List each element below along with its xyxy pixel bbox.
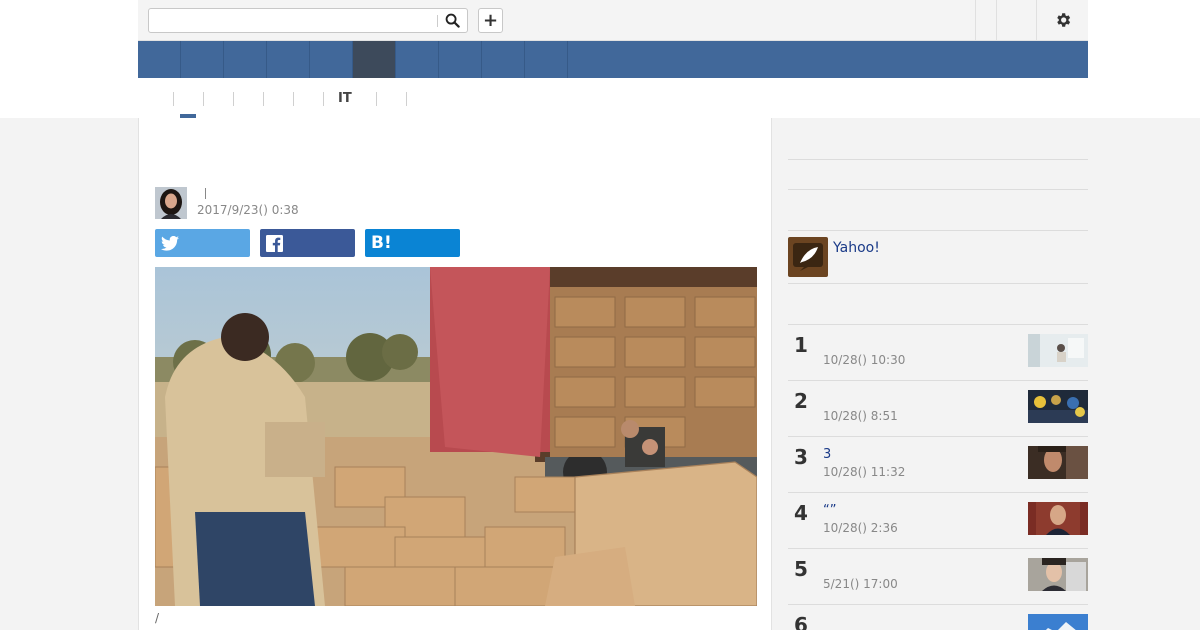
author-divider <box>205 188 206 199</box>
photo-image <box>155 267 757 606</box>
subnav-divider <box>233 92 234 106</box>
ranking-thumbnail[interactable] <box>1028 446 1088 479</box>
sidebar-divider <box>788 283 1088 284</box>
category-nav <box>138 41 1088 78</box>
article-main: 2017/9/23() 0:38 B! / <box>138 118 772 630</box>
author-avatar[interactable] <box>155 187 187 219</box>
ranking-thumbnail[interactable] <box>1028 614 1088 630</box>
ranking-item[interactable]: 4 “” 10/28() 2:36 <box>788 492 1088 548</box>
ranking-item[interactable]: 6 <box>788 604 1088 630</box>
subnav-divider <box>406 92 407 106</box>
nav-tab[interactable] <box>224 41 267 78</box>
ranking-number: 2 <box>794 389 808 413</box>
ranking-item[interactable]: 1 10/28() 10:30 <box>788 324 1088 380</box>
search-icon <box>445 13 460 28</box>
nav-tab[interactable] <box>138 41 181 78</box>
nav-tab[interactable] <box>482 41 525 78</box>
facebook-share-button[interactable] <box>260 229 355 257</box>
twitter-share-button[interactable] <box>155 229 250 257</box>
ranking-item[interactable]: 3 3 10/28() 11:32 <box>788 436 1088 492</box>
twitter-icon <box>161 235 179 251</box>
ranking-title[interactable]: 3 <box>823 447 831 462</box>
facebook-icon <box>266 234 283 252</box>
settings-button[interactable] <box>1053 10 1073 30</box>
subnav-divider <box>323 92 324 106</box>
yahoo-feather-icon[interactable] <box>788 237 828 277</box>
nav-tab[interactable] <box>267 41 310 78</box>
feather-icon <box>788 237 828 277</box>
subnav-divider <box>203 92 204 106</box>
article-photo <box>155 267 757 606</box>
sidebar-divider <box>788 159 1088 160</box>
ranking-time: 10/28() 2:36 <box>823 521 898 535</box>
ranking-time: 10/28() 10:30 <box>823 353 906 367</box>
subnav-divider <box>376 92 377 106</box>
sidebar-divider <box>788 189 1088 190</box>
ranking-time: 5/21() 17:00 <box>823 577 898 591</box>
hatena-icon: B! <box>371 233 392 253</box>
avatar-image <box>155 187 187 219</box>
ranking-item[interactable]: 2 10/28() 8:51 <box>788 380 1088 436</box>
nav-tab[interactable] <box>439 41 482 78</box>
gear-icon <box>1057 13 1071 27</box>
header-divider <box>975 0 976 40</box>
hatena-bookmark-button[interactable]: B! <box>365 229 460 257</box>
ranking-time: 10/28() 8:51 <box>823 409 898 423</box>
search-input[interactable] <box>149 9 437 32</box>
sidebar-divider <box>788 230 1088 231</box>
header-divider <box>996 0 997 40</box>
nav-tab[interactable] <box>525 41 568 78</box>
ranking-item[interactable]: 5 5/21() 17:00 <box>788 548 1088 604</box>
nav-tab[interactable] <box>181 41 224 78</box>
ranking-time: 10/28() 11:32 <box>823 465 906 479</box>
nav-tab[interactable] <box>310 41 353 78</box>
ranking-number: 4 <box>794 501 808 525</box>
ranking-thumbnail[interactable] <box>1028 558 1088 591</box>
photo-caption: / <box>155 611 160 625</box>
nav-tab-active[interactable] <box>353 41 396 78</box>
ranking-thumbnail[interactable] <box>1028 334 1088 367</box>
ranking-number: 5 <box>794 557 808 581</box>
ranking-number: 1 <box>794 333 808 357</box>
subnav-divider <box>173 92 174 106</box>
ranking-thumbnail[interactable] <box>1028 502 1088 535</box>
publish-date: 2017/9/23() 0:38 <box>197 203 299 217</box>
header: + <box>138 0 1088 41</box>
search-box[interactable] <box>148 8 468 33</box>
ranking-number: 3 <box>794 445 808 469</box>
ranking-number: 6 <box>794 613 808 630</box>
subnav-divider <box>263 92 264 106</box>
add-button[interactable]: + <box>478 8 503 33</box>
search-button[interactable] <box>437 9 467 32</box>
ranking-title[interactable]: “” <box>823 503 836 518</box>
nav-tab[interactable] <box>396 41 439 78</box>
subnav-divider <box>293 92 294 106</box>
header-divider <box>1036 0 1037 40</box>
ranking-thumbnail[interactable] <box>1028 390 1088 423</box>
subnav-item-it[interactable]: IT <box>338 91 352 107</box>
sidebar: Yahoo! 1 10/28() 10:30 2 10/28() 8:51 3 … <box>788 118 1088 630</box>
yahoo-link[interactable]: Yahoo! <box>833 240 880 256</box>
